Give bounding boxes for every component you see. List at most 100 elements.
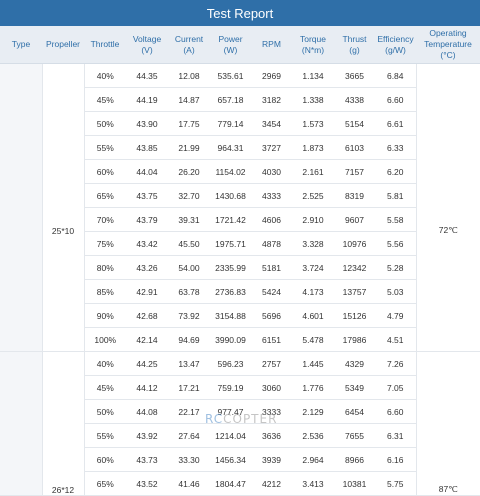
thrust-cell: 10381 <box>334 471 375 496</box>
thrust-cell: 7655 <box>334 423 375 448</box>
efficiency-cell: 6.31 <box>375 423 416 448</box>
efficiency-cell: 5.28 <box>375 255 416 280</box>
header-thrust: Thrust (g) <box>334 26 375 64</box>
header-rpm: RPM <box>251 26 292 64</box>
torque-cell: 2.525 <box>292 183 334 208</box>
header-throttle: Throttle <box>84 26 126 64</box>
rpm-cell: 4333 <box>251 183 292 208</box>
throttle-cell: 60% <box>83 447 126 472</box>
torque-cell: 1.776 <box>292 375 334 400</box>
rpm-cell: 5424 <box>251 279 292 304</box>
rpm-cell: 4878 <box>251 231 292 256</box>
efficiency-cell: 4.51 <box>375 327 416 352</box>
voltage-cell: 42.14 <box>126 327 168 352</box>
rpm-cell: 5696 <box>251 303 292 328</box>
efficiency-cell: 5.58 <box>375 207 416 232</box>
throttle-cell: 45% <box>83 375 126 400</box>
voltage-cell: 43.85 <box>126 135 168 160</box>
voltage-cell: 44.12 <box>126 375 168 400</box>
thrust-cell: 15126 <box>334 303 375 328</box>
voltage-cell: 43.42 <box>126 231 168 256</box>
header-temperature: Operating Temperature (°C) <box>416 26 480 64</box>
voltage-cell: 43.52 <box>126 471 168 496</box>
current-cell: 41.46 <box>168 471 210 496</box>
voltage-cell: 44.35 <box>126 63 168 88</box>
throttle-cell: 50% <box>83 111 126 136</box>
rpm-cell: 4030 <box>251 159 292 184</box>
power-cell: 1804.47 <box>210 471 251 496</box>
current-cell: 14.87 <box>168 87 210 112</box>
throttle-cell: 40% <box>83 63 126 88</box>
efficiency-cell: 4.79 <box>375 303 416 328</box>
rpm-cell: 6151 <box>251 327 292 352</box>
power-cell: 3154.88 <box>210 303 251 328</box>
torque-cell: 1.134 <box>292 63 334 88</box>
voltage-cell: 42.91 <box>126 279 168 304</box>
throttle-cell: 55% <box>83 423 126 448</box>
power-cell: 1721.42 <box>210 207 251 232</box>
header-efficiency: Efficiency (g/W) <box>375 26 416 64</box>
current-cell: 17.75 <box>168 111 210 136</box>
throttle-cell: 45% <box>83 87 126 112</box>
torque-cell: 2.536 <box>292 423 334 448</box>
current-cell: 94.69 <box>168 327 210 352</box>
rpm-cell: 3454 <box>251 111 292 136</box>
header-propeller: Propeller <box>42 26 84 64</box>
header-row: Type Propeller Throttle Voltage (V) Curre… <box>0 26 480 64</box>
efficiency-cell: 6.84 <box>375 63 416 88</box>
efficiency-cell: 5.75 <box>375 471 416 496</box>
thrust-cell: 5154 <box>334 111 375 136</box>
current-cell: 22.17 <box>168 399 210 424</box>
throttle-cell: 60% <box>83 159 126 184</box>
torque-cell: 3.413 <box>292 471 334 496</box>
rpm-cell: 3636 <box>251 423 292 448</box>
torque-cell: 4.173 <box>292 279 334 304</box>
torque-cell: 2.964 <box>292 447 334 472</box>
temperature-cell: 87℃ <box>415 351 480 496</box>
voltage-cell: 44.04 <box>126 159 168 184</box>
power-cell: 1975.71 <box>210 231 251 256</box>
propeller-cell: 25*10 <box>42 63 84 352</box>
power-cell: 779.14 <box>210 111 251 136</box>
thrust-cell: 7157 <box>334 159 375 184</box>
torque-cell: 4.601 <box>292 303 334 328</box>
report-title: Test Report <box>206 5 274 21</box>
temperature-cell: 72℃ <box>415 63 480 352</box>
rpm-cell: 2969 <box>251 63 292 88</box>
torque-cell: 2.910 <box>292 207 334 232</box>
current-cell: 63.78 <box>168 279 210 304</box>
power-cell: 657.18 <box>210 87 251 112</box>
voltage-cell: 43.92 <box>126 423 168 448</box>
power-cell: 964.31 <box>210 135 251 160</box>
rpm-cell: 3060 <box>251 375 292 400</box>
rpm-cell: 4212 <box>251 471 292 496</box>
torque-cell: 2.129 <box>292 399 334 424</box>
efficiency-cell: 5.81 <box>375 183 416 208</box>
header-voltage: Voltage (V) <box>126 26 168 64</box>
table-row: 25*10 40% 44.35 12.08 535.61 2969 1.134 3665 6.8… <box>0 63 480 352</box>
voltage-cell: 42.68 <box>126 303 168 328</box>
throttle-cell: 80% <box>83 255 126 280</box>
voltage-cell: 44.08 <box>126 399 168 424</box>
efficiency-cell: 6.61 <box>375 111 416 136</box>
current-cell: 32.70 <box>168 183 210 208</box>
efficiency-cell: 5.03 <box>375 279 416 304</box>
torque-cell: 2.161 <box>292 159 334 184</box>
throttle-cell: 65% <box>83 471 126 496</box>
torque-cell: 1.873 <box>292 135 334 160</box>
thrust-cell: 6103 <box>334 135 375 160</box>
efficiency-cell: 5.56 <box>375 231 416 256</box>
throttle-cell: 85% <box>83 279 126 304</box>
throttle-cell: 40% <box>83 351 126 376</box>
report-title-bar: Test Report <box>0 0 480 26</box>
thrust-cell: 8966 <box>334 447 375 472</box>
current-cell: 54.00 <box>168 255 210 280</box>
rpm-cell: 3727 <box>251 135 292 160</box>
watermark-logo: RCCOPTER <box>205 412 278 426</box>
torque-cell: 5.478 <box>292 327 334 352</box>
rpm-cell: 4606 <box>251 207 292 232</box>
torque-cell: 3.724 <box>292 255 334 280</box>
current-cell: 17.21 <box>168 375 210 400</box>
header-current: Current (A) <box>168 26 210 64</box>
voltage-cell: 43.79 <box>126 207 168 232</box>
